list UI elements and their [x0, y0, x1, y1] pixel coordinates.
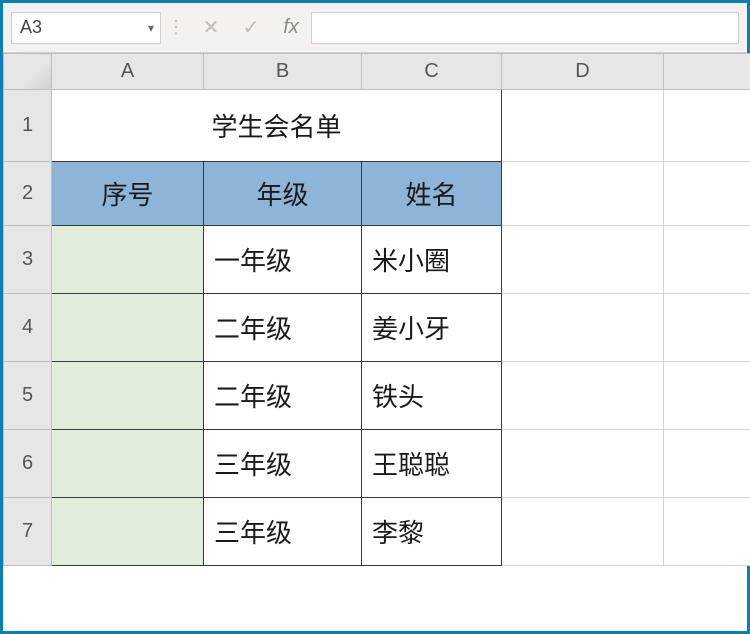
formula-input[interactable] [311, 12, 739, 44]
cell-D2[interactable] [502, 162, 664, 226]
cell-A7[interactable] [52, 498, 204, 566]
enter-check-icon: ✓ [231, 12, 271, 44]
cell-E6[interactable] [664, 430, 750, 498]
cell-D7[interactable] [502, 498, 664, 566]
cell-A5[interactable] [52, 362, 204, 430]
hdr-grade[interactable]: 年级 [204, 162, 362, 226]
formula-bar: A3 ▾ ⋮ ✕ ✓ fx [3, 3, 747, 53]
chevron-down-icon[interactable]: ▾ [148, 21, 154, 35]
cancel-x-icon: ✕ [191, 12, 231, 44]
cell-A6[interactable] [52, 430, 204, 498]
cell-E1[interactable] [664, 90, 750, 162]
cell-C4[interactable]: 姜小牙 [362, 294, 502, 362]
cell-C5[interactable]: 铁头 [362, 362, 502, 430]
cell-C6[interactable]: 王聪聪 [362, 430, 502, 498]
cell-E5[interactable] [664, 362, 750, 430]
col-header-A[interactable]: A [52, 54, 204, 90]
cell-E7[interactable] [664, 498, 750, 566]
row-header-2[interactable]: 2 [4, 162, 52, 226]
hdr-seq[interactable]: 序号 [52, 162, 204, 226]
cell-E2[interactable] [664, 162, 750, 226]
row-header-6[interactable]: 6 [4, 430, 52, 498]
select-all-corner[interactable] [4, 54, 52, 90]
excel-window: A3 ▾ ⋮ ✕ ✓ fx ↕ A B C D 1 学生会名单 [0, 0, 750, 634]
row-header-4[interactable]: 4 [4, 294, 52, 362]
row-header-1[interactable]: 1 [4, 90, 52, 162]
cell-D5[interactable] [502, 362, 664, 430]
cell-D4[interactable] [502, 294, 664, 362]
cell-B7[interactable]: 三年级 [204, 498, 362, 566]
cell-B6[interactable]: 三年级 [204, 430, 362, 498]
cell-D6[interactable] [502, 430, 664, 498]
sheet-table: A B C D 1 学生会名单 2 序号 年级 姓名 3 [3, 53, 750, 566]
row-header-3[interactable]: 3 [4, 226, 52, 294]
cell-C3[interactable]: 米小圈 [362, 226, 502, 294]
col-header-B[interactable]: B [204, 54, 362, 90]
name-box[interactable]: A3 ▾ [11, 12, 161, 44]
row-header-7[interactable]: 7 [4, 498, 52, 566]
row-header-5[interactable]: 5 [4, 362, 52, 430]
cell-D3[interactable] [502, 226, 664, 294]
cell-D1[interactable] [502, 90, 664, 162]
hdr-name[interactable]: 姓名 [362, 162, 502, 226]
fx-label[interactable]: fx [271, 16, 311, 39]
col-header-extra[interactable] [664, 54, 750, 90]
cell-C7[interactable]: 李黎 [362, 498, 502, 566]
cell-A4[interactable] [52, 294, 204, 362]
title-cell[interactable]: 学生会名单 [52, 90, 502, 162]
divider-dots-icon: ⋮ [171, 12, 181, 44]
cell-B3[interactable]: 一年级 [204, 226, 362, 294]
cell-E3[interactable] [664, 226, 750, 294]
spreadsheet-grid[interactable]: A B C D 1 学生会名单 2 序号 年级 姓名 3 [3, 53, 747, 631]
cell-A3[interactable] [52, 226, 204, 294]
cell-E4[interactable] [664, 294, 750, 362]
col-header-D[interactable]: D [502, 54, 664, 90]
cell-B5[interactable]: 二年级 [204, 362, 362, 430]
name-box-value: A3 [20, 17, 42, 38]
cell-B4[interactable]: 二年级 [204, 294, 362, 362]
col-header-C[interactable]: C [362, 54, 502, 90]
